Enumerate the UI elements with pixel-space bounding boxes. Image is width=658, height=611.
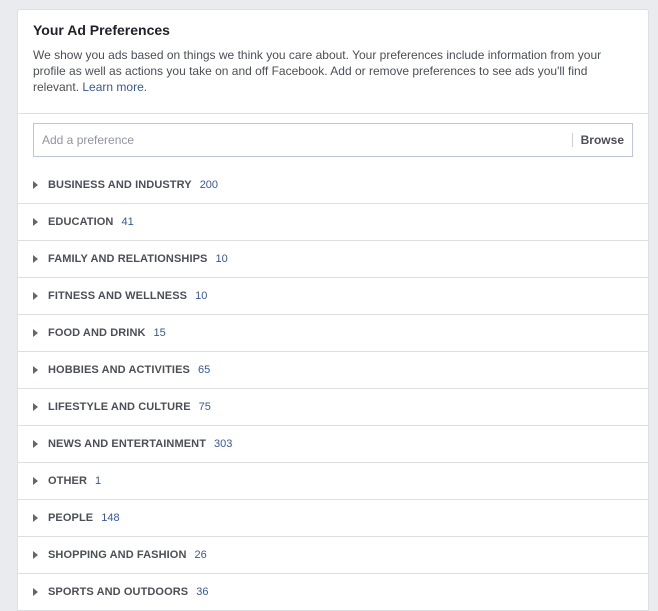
category-count: 15 — [153, 327, 166, 339]
category-label: PEOPLE — [48, 512, 94, 524]
category-label: SHOPPING AND FASHION — [48, 549, 187, 561]
preference-search: Browse — [33, 123, 633, 157]
category-label: FITNESS AND WELLNESS — [48, 290, 188, 302]
category-row[interactable]: OTHER 1 — [18, 463, 648, 500]
category-row[interactable]: NEWS AND ENTERTAINMENT 303 — [18, 426, 648, 463]
category-label: LIFESTYLE AND CULTURE — [48, 401, 191, 413]
category-count: 200 — [199, 179, 219, 191]
category-label: OTHER — [48, 475, 87, 487]
category-row[interactable]: SHOPPING AND FASHION 26 — [18, 537, 648, 574]
category-count: 36 — [196, 586, 209, 598]
category-count: 75 — [198, 401, 211, 413]
category-count: 41 — [121, 216, 134, 228]
category-label: FAMILY AND RELATIONSHIPS — [48, 253, 208, 265]
category-row[interactable]: HOBBIES AND ACTIVITIES 65 — [18, 352, 648, 389]
category-row[interactable]: LIFESTYLE AND CULTURE 75 — [18, 389, 648, 426]
description: We show you ads based on things we think… — [33, 47, 633, 95]
category-count: 26 — [194, 549, 207, 561]
category-label: NEWS AND ENTERTAINMENT — [48, 438, 207, 450]
browse-button[interactable]: Browse — [573, 133, 632, 147]
category-row[interactable]: PEOPLE 148 — [18, 500, 648, 537]
expand-triangle-icon — [33, 477, 38, 485]
expand-triangle-icon — [33, 292, 38, 300]
category-label: SPORTS AND OUTDOORS — [48, 586, 189, 598]
expand-triangle-icon — [33, 551, 38, 559]
category-label: FOOD AND DRINK — [48, 327, 146, 339]
expand-triangle-icon — [33, 218, 38, 226]
expand-triangle-icon — [33, 255, 38, 263]
expand-triangle-icon — [33, 440, 38, 448]
category-count: 1 — [95, 475, 102, 487]
category-row[interactable]: EDUCATION 41 — [18, 204, 648, 241]
category-list: BUSINESS AND INDUSTRY 200 EDUCATION 41 FAMIL… — [18, 167, 648, 611]
category-row[interactable]: FITNESS AND WELLNESS 10 — [18, 278, 648, 315]
card-header: Your Ad Preferences We show you ads base… — [18, 10, 648, 114]
category-count: 148 — [101, 512, 120, 524]
expand-triangle-icon — [33, 181, 38, 189]
category-row[interactable]: BUSINESS AND INDUSTRY 200 — [18, 167, 648, 204]
category-label: HOBBIES AND ACTIVITIES — [48, 364, 190, 376]
category-count: 303 — [214, 438, 233, 450]
category-count: 10 — [215, 253, 228, 265]
category-label: BUSINESS AND INDUSTRY — [48, 179, 192, 191]
category-label: EDUCATION — [48, 216, 114, 228]
ad-preferences-card: Your Ad Preferences We show you ads base… — [17, 9, 649, 611]
category-count: 65 — [197, 364, 211, 376]
expand-triangle-icon — [33, 366, 38, 374]
learn-more-link[interactable]: Learn more. — [82, 80, 147, 94]
expand-triangle-icon — [33, 514, 38, 522]
category-count: 10 — [195, 290, 208, 302]
category-row[interactable]: FOOD AND DRINK 15 — [18, 315, 648, 352]
expand-triangle-icon — [33, 403, 38, 411]
category-row[interactable]: FAMILY AND RELATIONSHIPS 10 — [18, 241, 648, 278]
expand-triangle-icon — [33, 329, 38, 337]
add-preference-input[interactable] — [34, 133, 572, 147]
expand-triangle-icon — [33, 588, 38, 596]
page-title: Your Ad Preferences — [33, 22, 170, 38]
